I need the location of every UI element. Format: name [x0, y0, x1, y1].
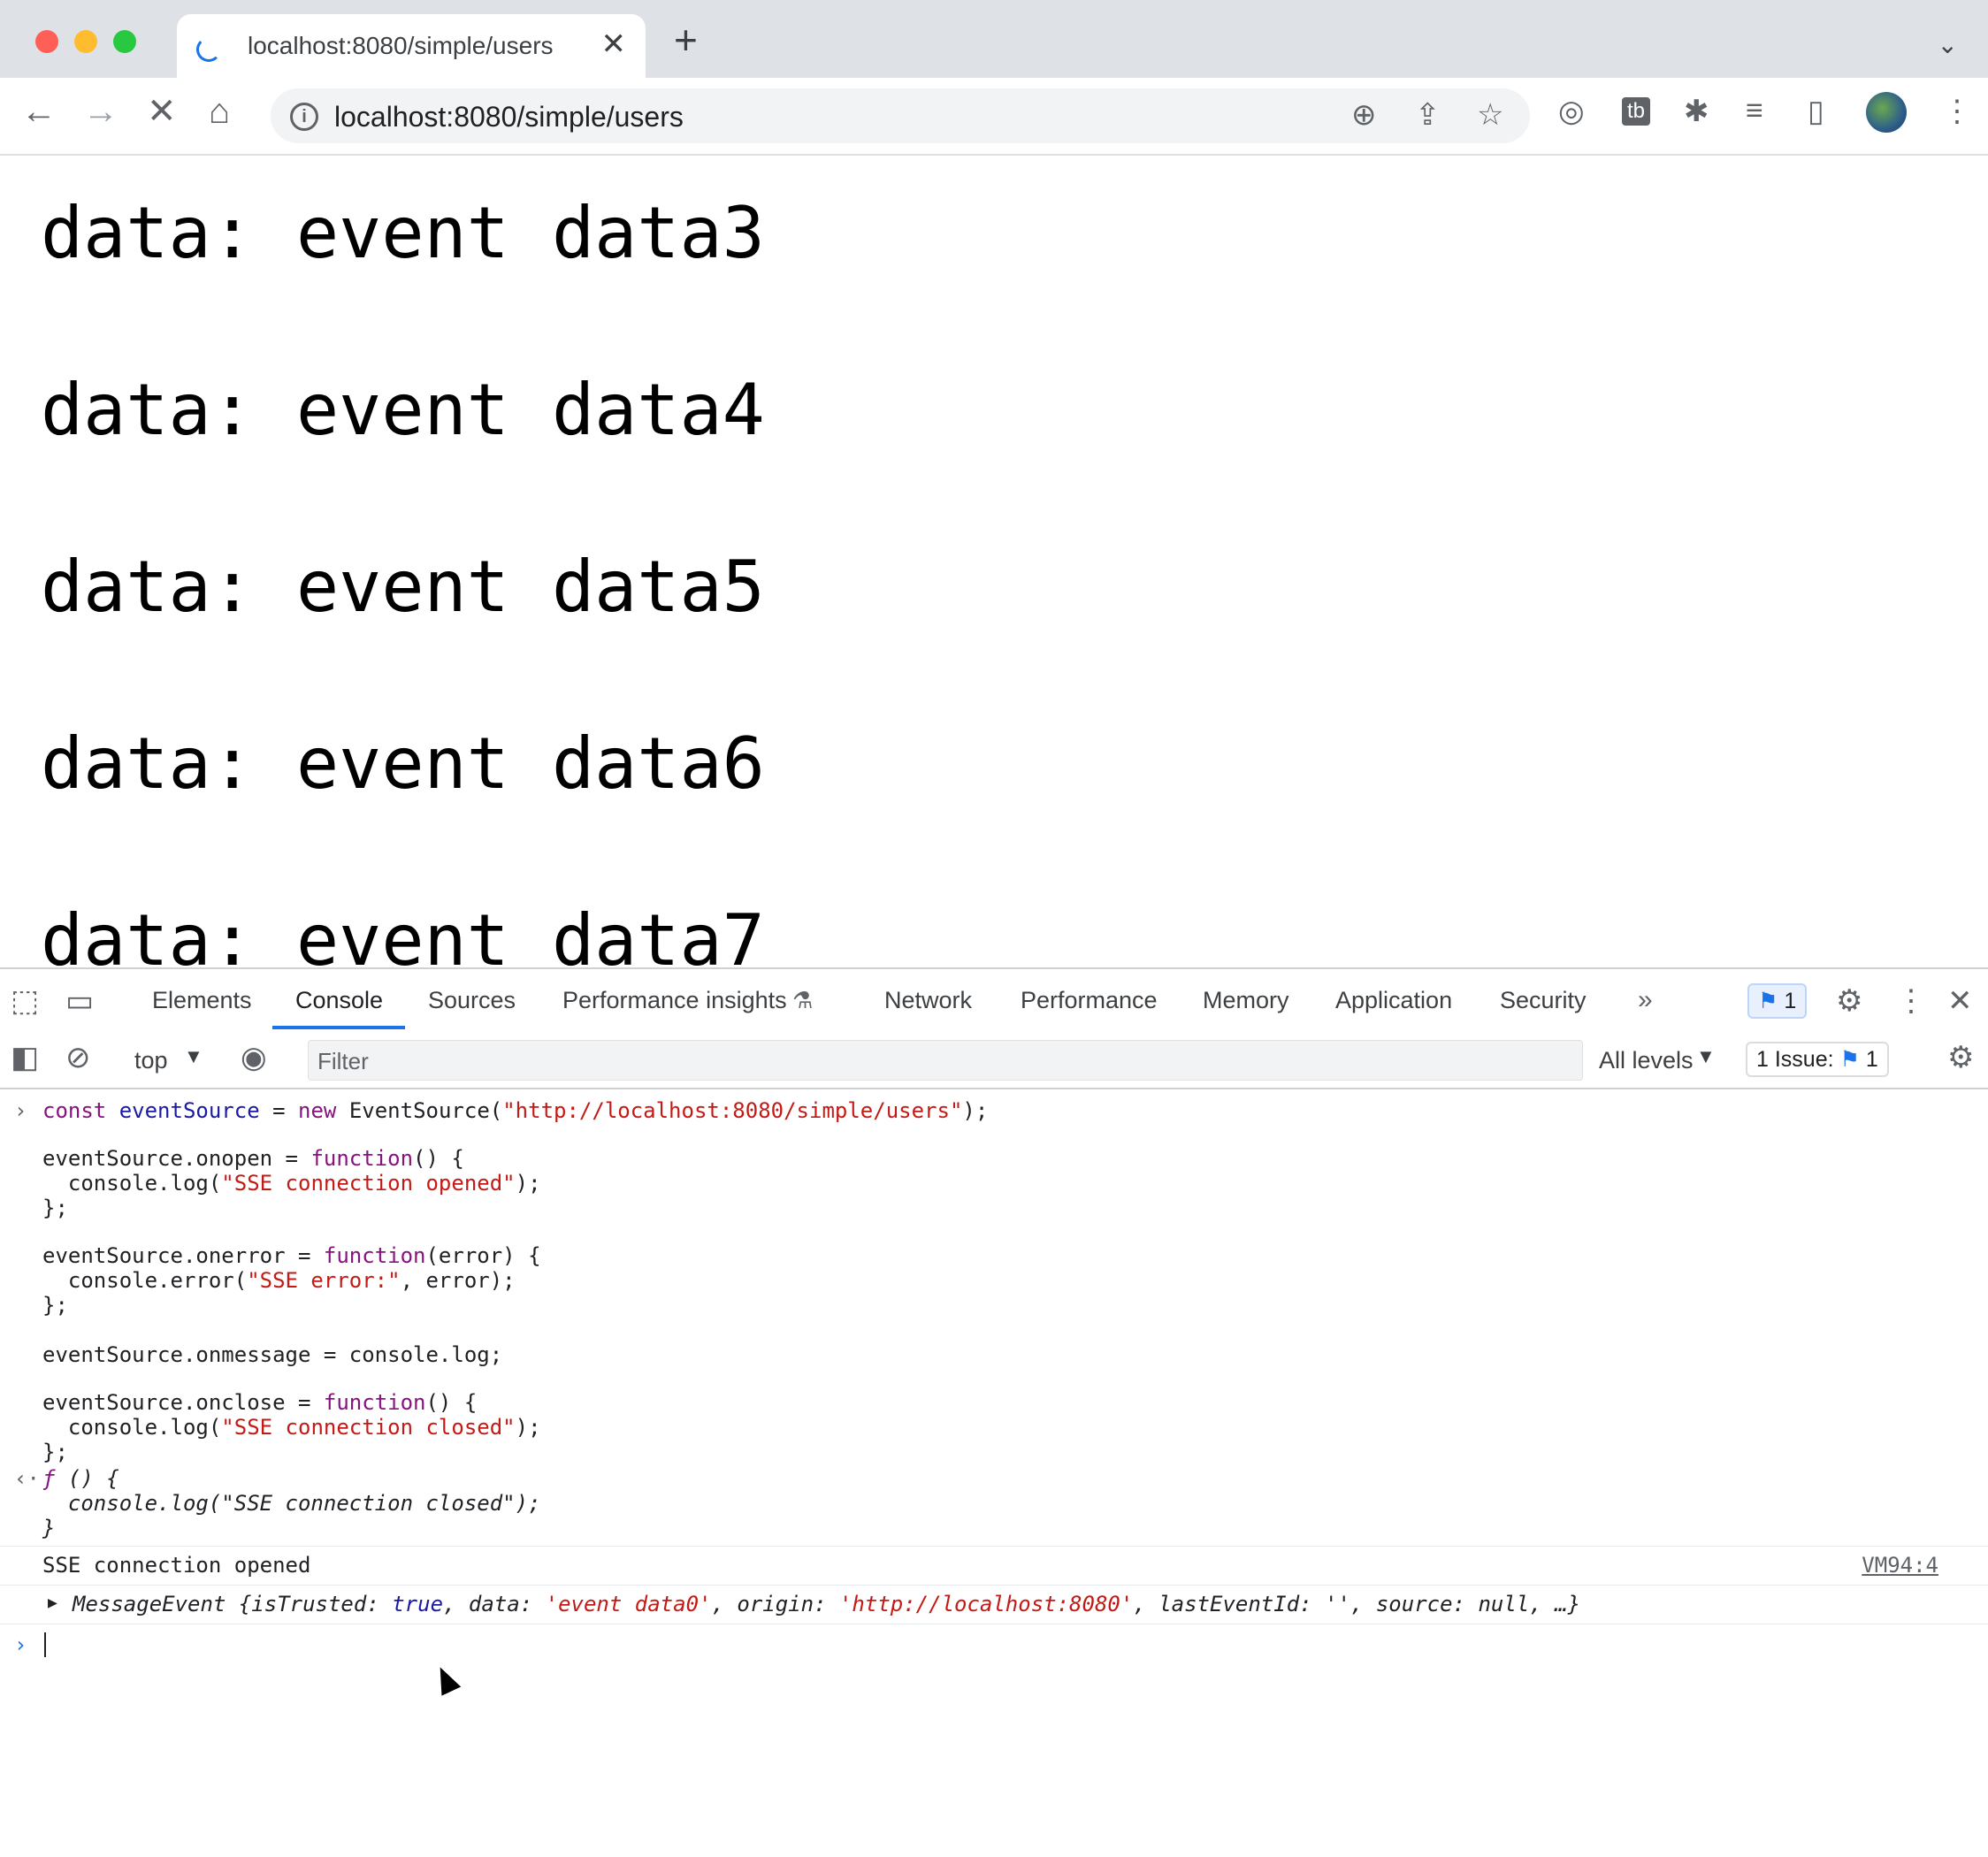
tab-memory[interactable]: Memory — [1203, 987, 1289, 1014]
code-line: eventSource.onerror = function(error) { — [42, 1243, 541, 1268]
code-line: eventSource.onmessage = console.log; — [42, 1342, 503, 1367]
code-line: console.log("SSE connection opened"); — [42, 1171, 541, 1196]
minimize-window-button[interactable] — [74, 30, 97, 53]
experiment-flask-icon: ⚗ — [792, 987, 814, 1013]
browser-menu-icon[interactable]: ⋮ — [1942, 94, 1972, 129]
log-levels-dropdown[interactable]: All levels — [1599, 1047, 1694, 1074]
tab-application[interactable]: Application — [1335, 987, 1452, 1014]
site-info-icon[interactable]: i — [290, 103, 318, 131]
tab-network[interactable]: Network — [884, 987, 972, 1014]
back-button[interactable]: ← — [21, 94, 57, 129]
code-line: }; — [42, 1196, 68, 1220]
home-button[interactable]: ⌂ — [209, 94, 230, 129]
media-queue-icon[interactable]: ≡ — [1746, 94, 1763, 128]
filter-placeholder: Filter — [317, 1048, 369, 1074]
console-input-line: const eventSource = new EventSource("htt… — [42, 1098, 989, 1123]
tab-performance-insights[interactable]: Performance insights — [562, 987, 787, 1014]
side-panel-icon[interactable]: ▯ — [1808, 94, 1824, 129]
console-prompt-icon: › — [14, 1632, 27, 1657]
devtools-tab-bar: ⬚ ▭ Elements Console Sources Performance… — [0, 967, 1988, 1035]
tab-security[interactable]: Security — [1500, 987, 1587, 1014]
message-flag-icon: ⚑ — [1758, 989, 1778, 1013]
result-line: console.log("SSE connection closed"); — [42, 1491, 541, 1516]
maximize-window-button[interactable] — [113, 30, 136, 53]
puzzle-extensions-icon[interactable]: ✱ — [1684, 94, 1709, 129]
event-line: data: event data3 — [41, 192, 765, 274]
active-tab-underline — [272, 1026, 405, 1029]
code-line: eventSource.onopen = function() { — [42, 1146, 464, 1171]
tab-strip: localhost:8080/simple/users ✕ + ⌄ — [0, 0, 1988, 78]
log-message: SSE connection opened — [42, 1553, 311, 1578]
inspect-element-icon[interactable]: ⬚ — [11, 983, 39, 1019]
code-line: }; — [42, 1293, 68, 1318]
extension-badge-icon[interactable]: tb — [1622, 97, 1651, 126]
tab-console[interactable]: Console — [295, 987, 383, 1014]
tab-performance[interactable]: Performance — [1021, 987, 1158, 1014]
context-selector[interactable]: top — [134, 1047, 168, 1074]
settings-gear-icon[interactable]: ⚙ — [1836, 983, 1862, 1019]
extension-circle-icon[interactable]: ◎ — [1558, 94, 1585, 129]
bookmark-star-icon[interactable]: ☆ — [1477, 97, 1503, 133]
page-content: data: event data3 data: event data4 data… — [0, 156, 1988, 968]
result-line: ƒ () { — [42, 1466, 119, 1491]
row-divider — [0, 1546, 1988, 1547]
code-line: }; — [42, 1440, 68, 1464]
message-event-log[interactable]: MessageEvent {isTrusted: true, data: 'ev… — [73, 1592, 1580, 1616]
close-window-button[interactable] — [35, 30, 58, 53]
issue-flag-icon: ⚑ — [1839, 1047, 1860, 1072]
zoom-icon[interactable]: ⊕ — [1351, 97, 1377, 133]
event-line: data: event data6 — [41, 722, 765, 805]
event-line: data: event data5 — [41, 546, 765, 628]
console-output: › const eventSource = new EventSource("h… — [0, 1089, 1988, 1857]
profile-avatar[interactable] — [1866, 92, 1907, 133]
log-source-link[interactable]: VM94:4 — [1862, 1553, 1938, 1578]
share-icon[interactable]: ⇪ — [1415, 97, 1441, 133]
tab-search-chevron-icon[interactable]: ⌄ — [1938, 30, 1958, 59]
live-expression-eye-icon[interactable]: ◉ — [241, 1040, 267, 1075]
issues-count: 1 — [1865, 1047, 1878, 1072]
sidebar-toggle-icon[interactable]: ◧ — [11, 1040, 39, 1075]
result-arrow-icon: ‹· — [14, 1466, 40, 1491]
code-line: eventSource.onclose = function() { — [42, 1390, 478, 1415]
tab-elements[interactable]: Elements — [152, 987, 252, 1014]
input-prompt-icon: › — [14, 1098, 27, 1123]
address-bar[interactable]: i localhost:8080/simple/users ⊕ ⇪ ☆ — [271, 88, 1530, 143]
close-devtools-icon[interactable]: ✕ — [1947, 983, 1973, 1019]
url-text[interactable]: localhost:8080/simple/users — [334, 101, 684, 134]
issues-button[interactable]: 1 Issue: ⚑ 1 — [1746, 1042, 1889, 1077]
new-tab-button[interactable]: + — [674, 19, 698, 60]
tab-sources[interactable]: Sources — [428, 987, 516, 1014]
code-line: console.error("SSE error:", error); — [42, 1268, 516, 1293]
levels-dropdown-icon[interactable]: ▼ — [1696, 1045, 1716, 1068]
browser-tab[interactable]: localhost:8080/simple/users ✕ — [177, 14, 646, 78]
more-tabs-chevron-icon[interactable]: » — [1638, 985, 1653, 1015]
messages-count: 1 — [1784, 989, 1797, 1013]
event-line: data: event data7 — [41, 899, 765, 968]
loading-spinner-icon — [196, 37, 221, 62]
event-line: data: event data4 — [41, 369, 765, 451]
device-toolbar-icon[interactable]: ▭ — [65, 983, 94, 1019]
filter-input[interactable]: Filter — [308, 1040, 1583, 1081]
console-settings-gear-icon[interactable]: ⚙ — [1947, 1040, 1974, 1075]
stop-loading-button[interactable]: ✕ — [147, 94, 177, 129]
tab-close-icon[interactable]: ✕ — [601, 27, 627, 62]
code-line: console.log("SSE connection closed"); — [42, 1415, 541, 1440]
text-cursor[interactable] — [44, 1632, 46, 1657]
expand-triangle-icon[interactable]: ▶ — [48, 1593, 57, 1612]
context-dropdown-icon[interactable]: ▼ — [184, 1045, 203, 1068]
result-line: } — [42, 1516, 56, 1540]
row-divider — [0, 1585, 1988, 1586]
messages-badge[interactable]: ⚑ 1 — [1747, 983, 1808, 1019]
tab-title: localhost:8080/simple/users — [248, 32, 554, 59]
console-toolbar: ◧ ⊘ top ▼ ◉ Filter All levels ▼ 1 Issue:… — [0, 1033, 1988, 1089]
forward-button[interactable]: → — [83, 94, 119, 129]
clear-console-icon[interactable]: ⊘ — [65, 1040, 91, 1075]
devtools-menu-icon[interactable]: ⋮ — [1896, 983, 1926, 1019]
issues-label: 1 Issue: — [1756, 1047, 1834, 1072]
